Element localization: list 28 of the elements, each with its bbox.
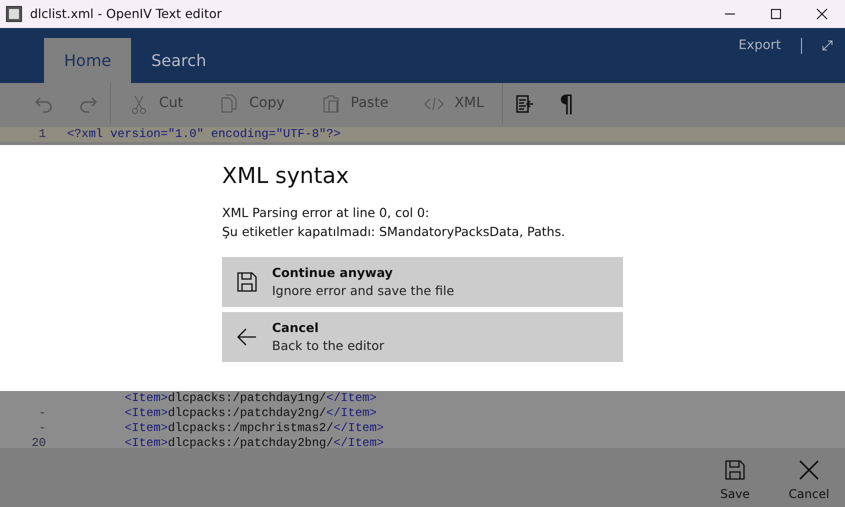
app-icon — [6, 6, 22, 22]
close-button[interactable] — [816, 8, 828, 20]
clipboard-icon — [320, 94, 341, 114]
code-line: 20 <Item>dlcpacks:/patchday2bng/</Item> — [30, 436, 385, 451]
error-message: Şu etiketler kapatılmadı: SMandatoryPacksData, Paths. — [222, 223, 566, 241]
save-icon — [724, 459, 746, 481]
scissors-icon — [129, 94, 149, 114]
back-arrow-icon — [236, 326, 258, 348]
save-button[interactable]: Save — [705, 458, 765, 504]
continue-option[interactable]: Continue anyway Ignore error and save the file — [222, 257, 623, 307]
copy-icon — [219, 94, 240, 114]
export-link[interactable]: Export — [738, 36, 781, 56]
error-message: XML Parsing error at line 0, col 0: — [222, 204, 430, 222]
text-wrap-icon — [514, 94, 535, 114]
code-line: - <Item>dlcpacks:/patchday2ng/</Item> — [38, 406, 378, 421]
code-line: <Item>dlcpacks:/patchday1ng/</Item> — [124, 391, 378, 406]
maximize-button[interactable] — [770, 8, 782, 20]
save-icon — [236, 271, 258, 293]
tab[interactable]: Home — [44, 38, 132, 83]
tab[interactable]: Search — [131, 38, 226, 83]
code-line: - <Item>dlcpacks:/mpchristmas2/</Item> — [38, 421, 385, 436]
cancel-button[interactable]: Cancel — [779, 458, 839, 504]
expand-icon[interactable] — [822, 40, 833, 52]
close-icon — [798, 459, 820, 481]
paragraph-marks-button[interactable]: ¶ — [546, 83, 586, 124]
cancel-option[interactable]: Cancel Back to the editor — [222, 312, 623, 362]
dialog-title: XML syntax — [222, 163, 350, 191]
window-title: dlclist.xml - OpenIV Text editor — [30, 4, 222, 23]
